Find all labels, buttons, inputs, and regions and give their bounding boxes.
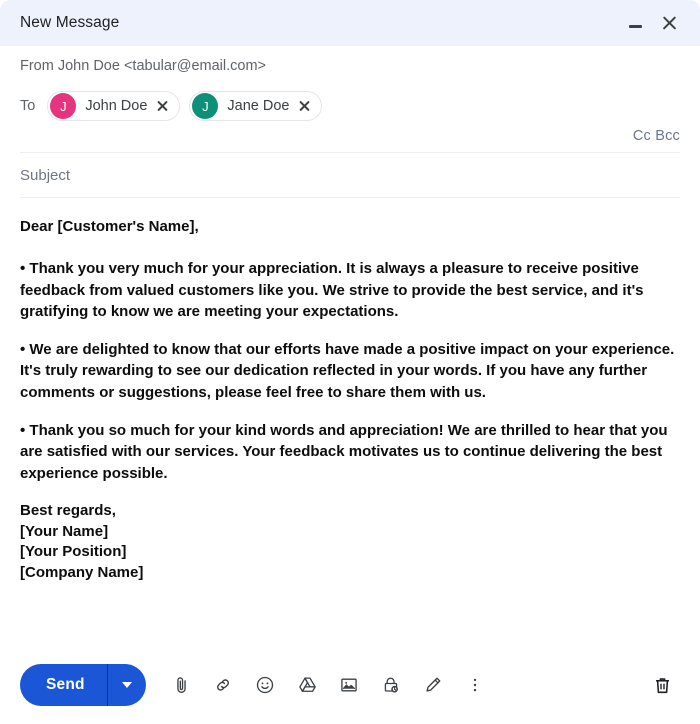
insert-photo-icon (339, 675, 359, 695)
message-body[interactable]: Dear [Customer's Name], • Thank you very… (0, 198, 700, 654)
signature-line: [Your Name] (20, 522, 109, 540)
toolbar-icons (162, 666, 494, 704)
remove-recipient-icon[interactable] (156, 100, 169, 113)
cc-bcc-row: Cc Bcc (20, 128, 680, 152)
insert-signature-icon (423, 675, 443, 695)
minimize-icon (628, 24, 642, 28)
more-options-icon (466, 676, 484, 694)
minimize-button[interactable] (618, 6, 652, 40)
send-button[interactable]: Send (20, 664, 107, 706)
to-label: To (20, 98, 36, 114)
recipient-chip[interactable]: J Jane Doe (189, 91, 323, 121)
remove-recipient-icon[interactable] (298, 100, 311, 113)
google-drive-button[interactable] (288, 666, 326, 704)
send-button-group[interactable]: Send (20, 664, 147, 706)
from-line: From John Doe <tabular@email.com> (20, 58, 267, 74)
compose-toolbar: Send (0, 654, 700, 724)
insert-signature-button[interactable] (414, 666, 452, 704)
confidential-mode-button[interactable] (372, 666, 410, 704)
chevron-down-icon (122, 682, 133, 688)
window-titlebar: New Message (0, 0, 700, 46)
send-options-button[interactable] (108, 664, 146, 706)
avatar: J (50, 93, 77, 119)
insert-link-icon (213, 675, 233, 695)
signature-line: [Company Name] (20, 564, 144, 582)
window-title: New Message (20, 14, 120, 31)
discard-draft-button[interactable] (642, 665, 682, 705)
body-paragraph: • Thank you so much for your kind words … (20, 422, 668, 482)
compose-window: New Message From John Doe <tabular@email… (0, 0, 700, 724)
signature-line: [Your Position] (20, 543, 127, 561)
recipient-name: Jane Doe (227, 98, 290, 114)
close-icon (661, 15, 678, 32)
insert-emoji-button[interactable] (246, 666, 284, 704)
subject-row[interactable]: Subject (0, 153, 700, 197)
close-button[interactable] (652, 6, 686, 40)
from-row[interactable]: From John Doe <tabular@email.com> (20, 46, 680, 86)
attach-file-icon (172, 676, 191, 695)
attach-file-button[interactable] (162, 666, 200, 704)
compose-header-fields: From John Doe <tabular@email.com> To J J… (0, 46, 700, 152)
insert-link-button[interactable] (204, 666, 242, 704)
avatar: J (192, 93, 219, 119)
google-drive-icon (297, 675, 318, 696)
confidential-mode-icon (381, 675, 401, 695)
signature-line: Best regards, (20, 501, 116, 519)
body-signature: Best regards, [Your Name] [Your Position… (20, 501, 680, 584)
recipient-chip[interactable]: J John Doe (47, 91, 181, 121)
insert-photo-button[interactable] (330, 666, 368, 704)
to-row[interactable]: To J John Doe J Jane Doe (20, 86, 680, 128)
cc-bcc-toggle[interactable]: Cc Bcc (633, 128, 680, 144)
body-paragraph: • Thank you very much for your appreciat… (20, 260, 644, 320)
body-paragraph: • We are delighted to know that our effo… (20, 341, 675, 401)
body-salutation: Dear [Customer's Name], (20, 218, 199, 235)
more-options-button[interactable] (456, 666, 494, 704)
recipient-name: John Doe (85, 98, 148, 114)
subject-input[interactable]: Subject (20, 167, 70, 184)
trash-icon (652, 675, 673, 696)
insert-emoji-icon (255, 675, 275, 695)
